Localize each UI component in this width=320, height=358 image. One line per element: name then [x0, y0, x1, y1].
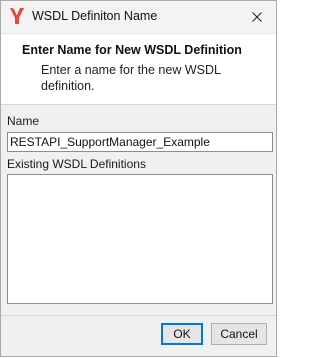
- banner-description: Enter a name for the new WSDL definition…: [41, 63, 221, 93]
- existing-definitions-list[interactable]: [7, 174, 273, 304]
- window-title: WSDL Definiton Name: [32, 9, 158, 23]
- existing-definitions-label: Existing WSDL Definitions: [7, 157, 146, 171]
- name-input[interactable]: [7, 132, 273, 152]
- footer-divider: [1, 315, 276, 316]
- header-banner: Enter Name for New WSDL Definition Enter…: [1, 33, 276, 105]
- title-bar[interactable]: WSDL Definiton Name: [1, 1, 276, 33]
- dialog-window: WSDL Definiton Name Enter Name for New W…: [0, 0, 277, 357]
- close-icon: [252, 12, 262, 22]
- close-button[interactable]: [238, 1, 276, 33]
- name-label: Name: [7, 114, 40, 128]
- cancel-button[interactable]: Cancel: [211, 323, 267, 345]
- app-logo-icon: [9, 7, 25, 25]
- ok-button[interactable]: OK: [161, 323, 203, 345]
- banner-title: Enter Name for New WSDL Definition: [22, 43, 242, 57]
